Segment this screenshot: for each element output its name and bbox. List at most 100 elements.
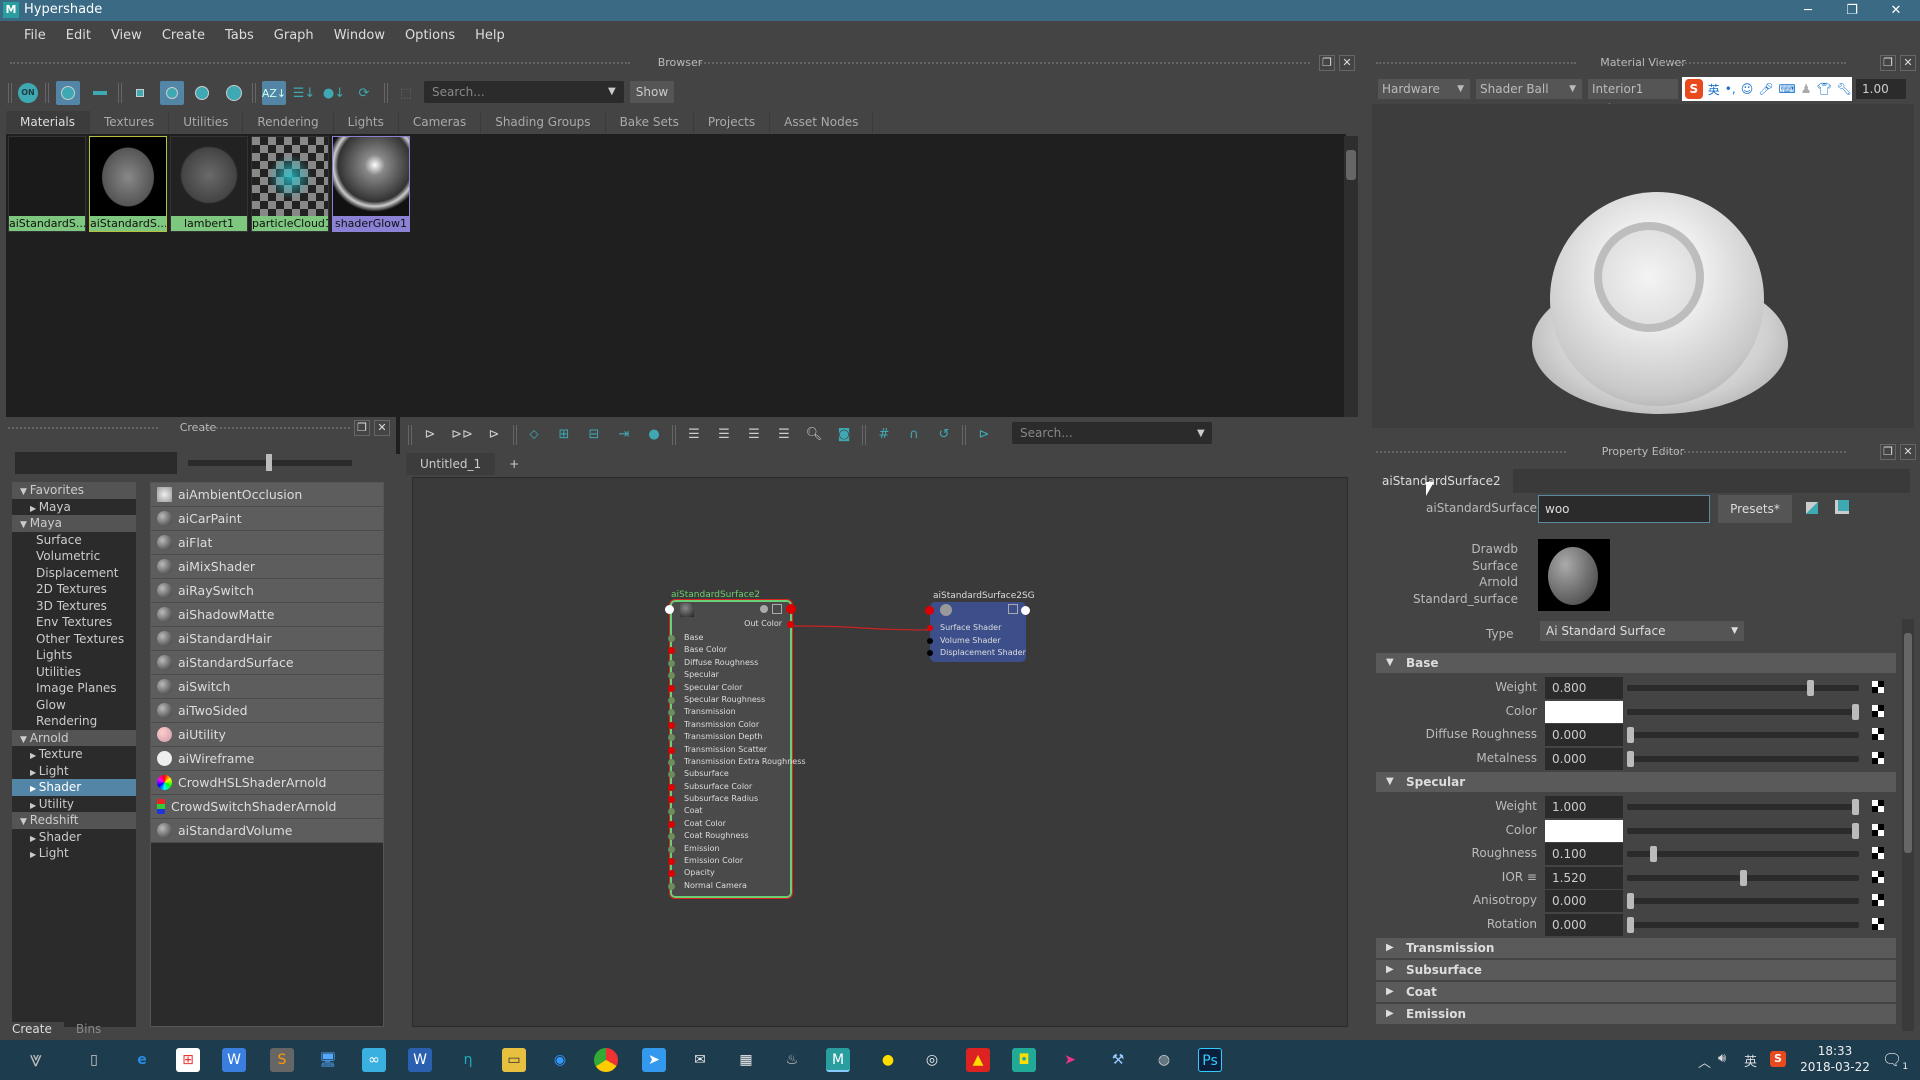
port-connector-icon[interactable] (668, 672, 675, 680)
tree-item[interactable]: Image Planes (12, 680, 136, 697)
tree-item[interactable]: Displacement (12, 565, 136, 582)
tree-item[interactable]: ▶ Shader (12, 779, 136, 796)
full-mode-icon[interactable]: ☰ (742, 422, 766, 446)
node-port[interactable]: Transmission (668, 706, 790, 719)
attribute-slider[interactable] (1627, 750, 1859, 767)
menu-options[interactable]: Options (395, 28, 465, 43)
node-port[interactable]: Specular Roughness (668, 694, 790, 707)
keyboard-icon[interactable]: ⌨ (1778, 82, 1795, 96)
node-type-item[interactable]: CrowdHSLShaderArnold (151, 771, 383, 795)
port-connector-icon[interactable] (668, 696, 675, 704)
expand-triangle-icon[interactable]: ▼ (20, 817, 30, 827)
node-port[interactable]: Transmission Scatter (668, 744, 790, 756)
collapse-triangle-icon[interactable]: ▶ (30, 850, 39, 859)
slider-handle[interactable] (1627, 916, 1634, 933)
tree-item[interactable]: ▶ Shader (12, 829, 136, 846)
section-header[interactable]: ▶ Transmission (1376, 938, 1896, 958)
skin-icon[interactable]: 👕︎ (1817, 82, 1832, 96)
tree-item[interactable]: 3D Textures (12, 598, 136, 615)
attribute-value-field[interactable]: 0.000 (1545, 890, 1623, 912)
sublime-icon[interactable]: S (270, 1048, 294, 1072)
node-type-item[interactable]: CrowdSwitchShaderArnold (151, 795, 383, 819)
node-port[interactable]: Specular Color (668, 682, 790, 694)
microphone-icon[interactable]: 🎤︎ (1758, 82, 1773, 96)
slider-handle[interactable] (1852, 703, 1859, 720)
mail-icon[interactable]: ✉ (688, 1048, 712, 1072)
browser-scrollbar[interactable] (1344, 136, 1358, 452)
restore-layout-icon[interactable]: ↺ (932, 422, 956, 446)
environment-dropdown[interactable]: Interior1 Color (1588, 79, 1678, 116)
collapse-triangle-icon[interactable]: ▶ (30, 768, 39, 777)
node-type-item[interactable]: aiStandardHair (151, 627, 383, 651)
app-green-icon[interactable]: ◘ (1012, 1048, 1036, 1072)
attribute-slider[interactable] (1627, 916, 1859, 933)
expand-triangle-icon[interactable]: ▶ (1386, 982, 1394, 1002)
geometry-dropdown[interactable]: Shader Ball ▼ (1476, 79, 1582, 99)
port-volume-shader[interactable]: Volume Shader (940, 635, 1026, 648)
node-editor-search-input[interactable]: Search... (1012, 422, 1212, 444)
expand-triangle-icon[interactable]: ▼ (20, 520, 30, 530)
action-center-icon[interactable]: 🗨︎1 (1882, 1050, 1908, 1072)
attribute-value-field[interactable]: 1.520 (1545, 866, 1623, 889)
material-swatch[interactable]: lambert1 (170, 136, 248, 232)
slider-handle[interactable] (1807, 680, 1814, 696)
node-port[interactable]: Coat Roughness (668, 830, 790, 843)
expand-triangle-icon[interactable]: ▶ (1386, 938, 1394, 958)
port-connector-icon[interactable] (668, 635, 675, 642)
attribute-slider[interactable] (1627, 822, 1859, 839)
collapse-triangle-icon[interactable]: ▶ (30, 504, 39, 513)
slider-handle[interactable] (1627, 750, 1634, 767)
expand-triangle-icon[interactable]: ▶ (1386, 1004, 1394, 1024)
tree-item[interactable]: 2D Textures (12, 581, 136, 598)
app-n-icon[interactable]: η (456, 1048, 480, 1072)
tree-item[interactable]: Lights (12, 647, 136, 664)
close-panel-button[interactable]: ✕ (1900, 55, 1916, 71)
menu-tabs[interactable]: Tabs (215, 28, 264, 43)
edge-icon[interactable]: e (130, 1048, 154, 1072)
output-connections-icon[interactable]: ⊳ (482, 422, 506, 446)
menu-graph[interactable]: Graph (264, 28, 324, 43)
tab-materials[interactable]: Materials (6, 111, 91, 133)
tab-create[interactable]: Create (0, 1022, 64, 1040)
section-header[interactable]: ▶ Subsurface (1376, 960, 1896, 980)
collapse-triangle-icon[interactable]: ▶ (30, 801, 39, 810)
output-port[interactable] (786, 604, 796, 614)
shading-group-node[interactable]: Surface Shader Volume Shader Displacemen… (925, 602, 1030, 662)
float-panel-button[interactable]: ❐ (354, 420, 370, 436)
close-panel-button[interactable]: ✕ (1339, 55, 1355, 71)
tree-item[interactable]: ▶ Maya (12, 499, 136, 516)
port-connector-icon[interactable] (668, 659, 675, 667)
property-scrollbar[interactable] (1902, 619, 1914, 1031)
collapse-triangle-icon[interactable]: ▼ (1386, 653, 1394, 673)
tree-group[interactable]: ▼ Maya (12, 515, 136, 532)
tree-group[interactable]: ▼ Redshift (12, 812, 136, 829)
steam-icon[interactable]: ♨ (780, 1048, 804, 1072)
output-port[interactable] (1021, 606, 1030, 615)
sogou-tray-icon[interactable]: S (1770, 1051, 1786, 1067)
slider-handle[interactable] (1739, 869, 1747, 886)
node-port[interactable]: Emission Color (668, 855, 790, 868)
port-connector-icon[interactable] (668, 709, 675, 717)
attribute-value-field[interactable]: 0.100 (1545, 843, 1623, 865)
menu-edit[interactable]: Edit (56, 28, 101, 43)
grid-icon[interactable]: # (872, 422, 896, 446)
search-icon[interactable]: 🔍︎ (802, 422, 826, 446)
attribute-slider[interactable] (1627, 680, 1859, 696)
tab-lights[interactable]: Lights (334, 111, 399, 133)
node-port[interactable]: Normal Camera (668, 880, 790, 893)
minimize-button[interactable]: ─ (1788, 0, 1828, 21)
icon-size-slider[interactable] (188, 454, 352, 471)
node-port[interactable]: Subsurface (668, 768, 790, 781)
port-connector-icon[interactable] (668, 796, 675, 804)
search-dropdown-icon[interactable]: ▼ (1197, 428, 1205, 439)
firefox-icon[interactable]: ◉ (548, 1048, 572, 1072)
node-type-item[interactable]: aiShadowMatte (151, 603, 383, 627)
word-icon[interactable]: W (408, 1048, 432, 1072)
node-port[interactable]: Base (668, 632, 790, 645)
tab-bake-sets[interactable]: Bake Sets (606, 111, 694, 133)
list-view-icon[interactable] (88, 81, 112, 105)
node-port[interactable]: Coat (668, 805, 790, 818)
port-connector-icon[interactable] (668, 858, 675, 866)
input-connections-icon[interactable]: ⊳ (418, 422, 442, 446)
attribute-slider[interactable] (1627, 703, 1859, 720)
